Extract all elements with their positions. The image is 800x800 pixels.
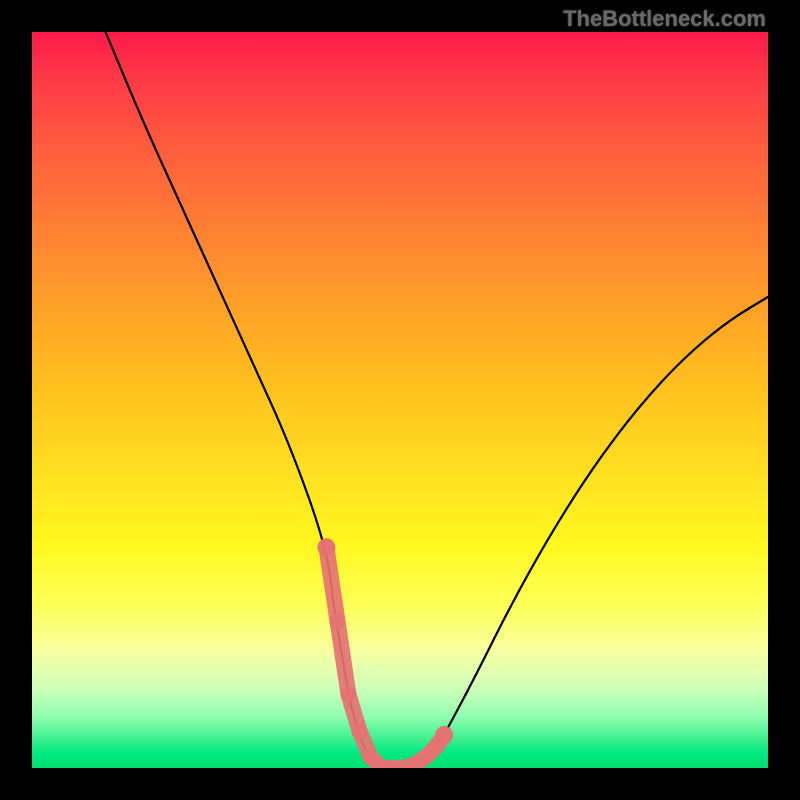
highlighted-minimum-group [317, 538, 453, 768]
highlight-bead [340, 686, 356, 702]
highlight-stroke [326, 547, 444, 768]
highlight-bead [435, 726, 453, 744]
highlight-bead [352, 723, 368, 739]
plot-area [32, 32, 768, 768]
chart-container: TheBottleneck.com [0, 0, 800, 800]
highlight-bead [317, 538, 335, 556]
highlight-bead [329, 613, 345, 629]
attribution-text: TheBottleneck.com [563, 6, 766, 32]
curve-svg [32, 32, 768, 768]
main-curve-group [106, 32, 768, 768]
bottleneck-curve-line [106, 32, 768, 768]
